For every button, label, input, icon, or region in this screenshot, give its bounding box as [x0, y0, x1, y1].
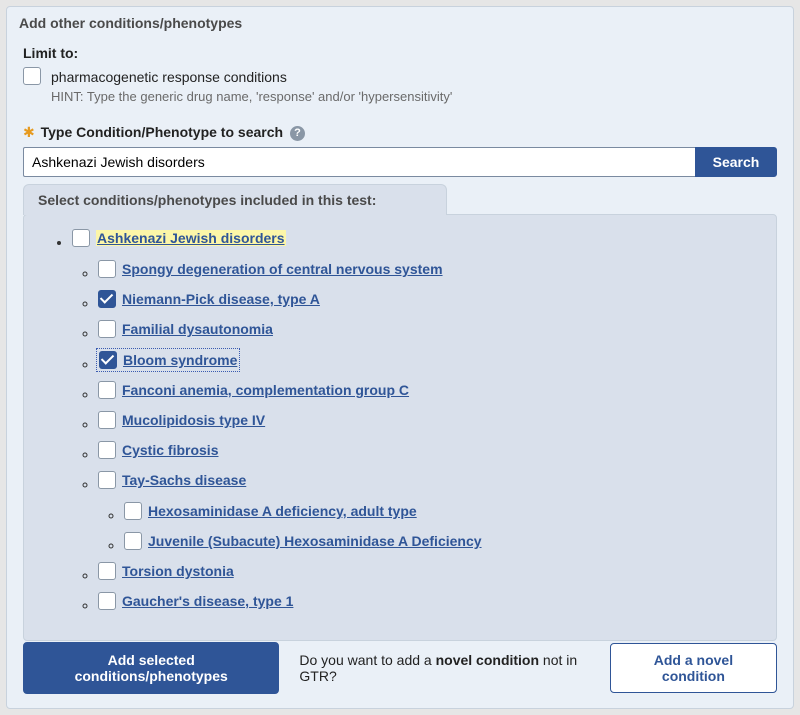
search-button[interactable]: Search	[695, 147, 777, 177]
condition-checkbox[interactable]	[124, 502, 142, 520]
add-novel-button[interactable]: Add a novel condition	[610, 643, 777, 693]
pharma-hint: HINT: Type the generic drug name, 'respo…	[51, 89, 452, 104]
tree-item: Tay-Sachs disease Hexosaminidase A defici…	[98, 471, 758, 553]
tree-item-row: Ashkenazi Jewish disorders	[72, 229, 286, 247]
condition-link[interactable]: Torsion dystonia	[122, 563, 234, 579]
condition-checkbox[interactable]	[98, 381, 116, 399]
condition-link[interactable]: Juvenile (Subacute) Hexosaminidase A Def…	[148, 533, 482, 549]
condition-checkbox[interactable]	[98, 290, 116, 308]
tree-item-row: Familial dysautonomia	[98, 320, 273, 338]
footer: Add selected conditions/phenotypes Do yo…	[23, 642, 777, 694]
search-input[interactable]	[23, 147, 695, 177]
tree-item: Cystic fibrosis	[98, 441, 758, 462]
conditions-tree-box: Ashkenazi Jewish disorders Spongy degener…	[23, 214, 777, 641]
condition-link[interactable]: Fanconi anemia, complementation group C	[122, 382, 409, 398]
condition-checkbox[interactable]	[98, 411, 116, 429]
conditions-tree: Ashkenazi Jewish disorders Spongy degener…	[42, 229, 758, 613]
condition-link[interactable]: Gaucher's disease, type 1	[122, 593, 293, 609]
pharma-row: pharmacogenetic response conditions HINT…	[23, 67, 777, 104]
condition-link[interactable]: Niemann-Pick disease, type A	[122, 291, 320, 307]
add-conditions-panel: Add other conditions/phenotypes Limit to…	[6, 6, 794, 709]
tree-item-row: Cystic fibrosis	[98, 441, 218, 459]
tree-item: Fanconi anemia, complementation group C	[98, 381, 758, 402]
condition-link[interactable]: Familial dysautonomia	[122, 321, 273, 337]
tree-item-row: Fanconi anemia, complementation group C	[98, 381, 409, 399]
tree-tab-label: Select conditions/phenotypes included in…	[23, 184, 447, 215]
tree-item: Juvenile (Subacute) Hexosaminidase A Def…	[124, 532, 758, 553]
help-icon[interactable]: ?	[290, 126, 305, 141]
condition-checkbox[interactable]	[98, 441, 116, 459]
tree-item-row: Torsion dystonia	[98, 562, 234, 580]
condition-link[interactable]: Spongy degeneration of central nervous s…	[122, 261, 443, 277]
condition-link[interactable]: Cystic fibrosis	[122, 442, 218, 458]
condition-checkbox[interactable]	[98, 562, 116, 580]
tree-sublist: Hexosaminidase A deficiency, adult type J…	[98, 502, 758, 553]
novel-prompt: Do you want to add a novel condition not…	[299, 652, 589, 684]
tree-item-row: Juvenile (Subacute) Hexosaminidase A Def…	[124, 532, 482, 550]
tree-item-row: Tay-Sachs disease	[98, 471, 246, 489]
tree-item: Gaucher's disease, type 1	[98, 592, 758, 613]
condition-checkbox[interactable]	[98, 471, 116, 489]
tree-item: Mucolipidosis type IV	[98, 411, 758, 432]
required-star-icon: ✱	[23, 124, 35, 140]
pharma-label: pharmacogenetic response conditions	[51, 67, 452, 87]
pharma-checkbox[interactable]	[23, 67, 41, 85]
condition-checkbox[interactable]	[98, 592, 116, 610]
tree-item: Torsion dystonia	[98, 562, 758, 583]
tree-item-row: Gaucher's disease, type 1	[98, 592, 293, 610]
condition-checkbox[interactable]	[98, 260, 116, 278]
tree-item: Spongy degeneration of central nervous s…	[98, 260, 758, 281]
condition-link[interactable]: Ashkenazi Jewish disorders	[96, 230, 286, 246]
tree-item: Familial dysautonomia	[98, 320, 758, 341]
condition-link[interactable]: Mucolipidosis type IV	[122, 412, 265, 428]
tree-item: Bloom syndrome	[98, 350, 758, 372]
tree-item-row: Niemann-Pick disease, type A	[98, 290, 320, 308]
panel-title: Add other conditions/phenotypes	[7, 7, 793, 45]
tree-root-item: Ashkenazi Jewish disorders Spongy degener…	[72, 229, 758, 613]
condition-checkbox[interactable]	[98, 320, 116, 338]
tree-item: Hexosaminidase A deficiency, adult type	[124, 502, 758, 523]
panel-content: Limit to: pharmacogenetic response condi…	[7, 45, 793, 657]
condition-link[interactable]: Bloom syndrome	[123, 352, 237, 368]
condition-link[interactable]: Tay-Sachs disease	[122, 472, 246, 488]
condition-link[interactable]: Hexosaminidase A deficiency, adult type	[148, 503, 417, 519]
condition-checkbox[interactable]	[72, 229, 90, 247]
tree-item-row: Hexosaminidase A deficiency, adult type	[124, 502, 417, 520]
tree-item: Niemann-Pick disease, type A	[98, 290, 758, 311]
search-section: ✱ Type Condition/Phenotype to search ? S…	[23, 124, 777, 177]
tree-item-row: Mucolipidosis type IV	[98, 411, 265, 429]
tree-item-row: Spongy degeneration of central nervous s…	[98, 260, 443, 278]
tree-item-row: Bloom syndrome	[98, 350, 238, 370]
search-row: Search	[23, 147, 777, 177]
limit-to-label: Limit to:	[23, 45, 777, 61]
tree-sublist: Spongy degeneration of central nervous s…	[72, 260, 758, 613]
condition-checkbox[interactable]	[124, 532, 142, 550]
condition-checkbox[interactable]	[99, 351, 117, 369]
add-selected-button[interactable]: Add selected conditions/phenotypes	[23, 642, 279, 694]
search-label: Type Condition/Phenotype to search	[41, 124, 283, 140]
